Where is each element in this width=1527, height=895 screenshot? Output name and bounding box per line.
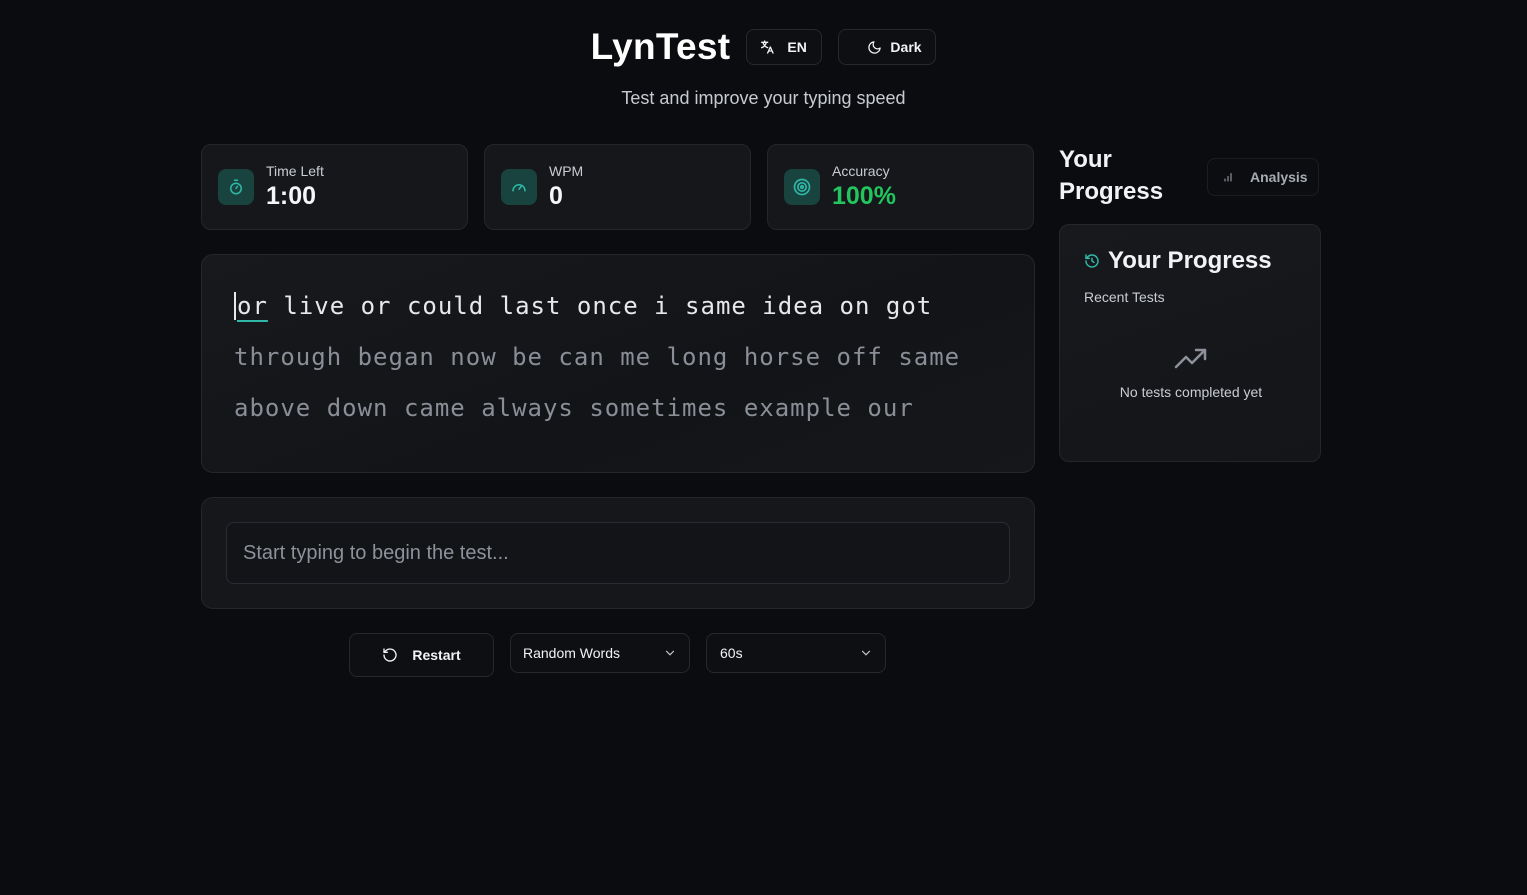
timer-icon: [218, 169, 254, 205]
time-left-card: Time Left 1:00: [201, 144, 468, 230]
subtitle: Test and improve your typing speed: [621, 88, 906, 108]
restart-button[interactable]: Restart: [349, 633, 494, 677]
progress-heading: Your Progress: [1059, 146, 1164, 205]
progress-card: Your Progress Recent Tests No tests comp…: [1059, 224, 1321, 462]
restart-label: Restart: [412, 647, 461, 663]
app-root: LynTest EN Dark Test and improve your ty…: [0, 0, 1527, 895]
text-line-2: through began now be can me long horse o…: [234, 343, 961, 371]
chevron-down-icon: [861, 650, 871, 656]
target-icon: [784, 169, 820, 205]
empty-message: No tests completed yet: [1119, 384, 1263, 400]
duration-select[interactable]: 60s: [706, 633, 886, 673]
trending-up-icon: [1174, 348, 1207, 369]
recent-tests-label: Recent Tests: [1084, 289, 1165, 305]
text-line-1-rest: live or could last once i same idea on g…: [283, 292, 933, 320]
wpm-value: 0: [549, 182, 563, 210]
accuracy-value: 100%: [832, 182, 896, 210]
app-logo: LynTest: [590, 26, 731, 67]
restart-icon: [383, 648, 398, 662]
theme-toggle-button[interactable]: Dark: [838, 29, 937, 65]
gauge-icon: [501, 169, 537, 205]
progress-card-title-text: Your Progress: [1108, 247, 1272, 274]
empty-state: No tests completed yet: [1060, 347, 1322, 400]
progress-card-title: Your Progress: [1084, 247, 1296, 275]
language-button[interactable]: EN: [746, 29, 823, 65]
analysis-button[interactable]: Analysis: [1207, 158, 1319, 196]
language-label: EN: [787, 39, 807, 55]
mode-select[interactable]: Random Words: [510, 633, 690, 673]
analysis-label: Analysis: [1250, 169, 1308, 185]
chevron-down-icon: [665, 650, 675, 656]
time-left-value: 1:00: [266, 182, 317, 210]
typing-text-panel: or live or could last once i same idea o…: [201, 254, 1035, 473]
theme-label: Dark: [890, 39, 922, 55]
wpm-label: WPM: [549, 163, 584, 179]
text-line-3: above down came always sometimes example…: [234, 394, 914, 422]
header: LynTest EN Dark: [0, 26, 1527, 68]
moon-icon: [868, 40, 882, 54]
wpm-card: WPM 0: [484, 144, 751, 230]
translate-icon: [761, 40, 775, 54]
accuracy-card: Accuracy 100%: [767, 144, 1034, 230]
text-line-1: or live or could last once i same idea o…: [234, 281, 1002, 332]
current-word: or: [234, 292, 268, 320]
typing-input[interactable]: [226, 522, 1010, 584]
accuracy-label: Accuracy: [832, 163, 890, 179]
time-left-label: Time Left: [266, 163, 324, 179]
history-icon: [1085, 254, 1099, 268]
bar-chart-icon: [1224, 173, 1232, 182]
mode-selected-value: Random Words: [523, 645, 621, 661]
input-panel: [201, 497, 1035, 609]
duration-selected-value: 60s: [720, 645, 743, 661]
